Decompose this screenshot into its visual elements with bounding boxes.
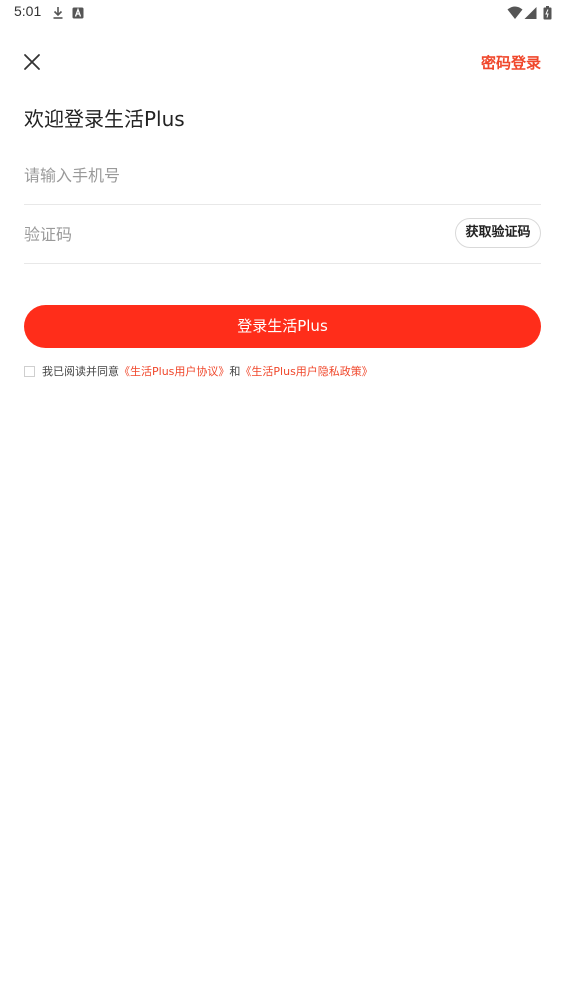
get-code-button[interactable]: 获取验证码 [455,218,541,248]
privacy-policy-link[interactable]: 《生活Plus用户隐私政策》 [240,363,372,379]
battery-icon [543,5,552,20]
code-field-container: 获取验证码 [24,216,541,264]
login-button[interactable]: 登录生活Plus [24,305,541,348]
agreement-and: 和 [229,365,241,378]
status-bar: 5:01 [0,0,565,24]
agreement-row: 我已阅读并同意 《生活Plus用户协议》 和 《生活Plus用户隐私政策》 [24,363,373,379]
phone-field-container [24,160,541,205]
phone-input[interactable] [24,161,424,189]
page-title: 欢迎登录生活Plus [24,107,185,131]
signal-icon [524,5,537,19]
download-icon [51,5,65,19]
close-icon [24,54,40,70]
verification-code-input[interactable] [24,220,424,248]
password-login-link[interactable]: 密码登录 [481,52,541,73]
a-badge-icon [71,5,85,19]
agreement-checkbox[interactable] [24,365,35,377]
close-button[interactable] [20,50,44,74]
agreement-prefix: 我已阅读并同意 [42,365,119,378]
wifi-icon [507,5,523,19]
user-agreement-link[interactable]: 《生活Plus用户协议》 [119,363,229,379]
login-screen: 5:01 密码登录 欢迎登录生活Plus 请输入手机号 验证码 获取验证码 登录… [0,0,565,1004]
status-time: 5:01 [14,3,42,19]
